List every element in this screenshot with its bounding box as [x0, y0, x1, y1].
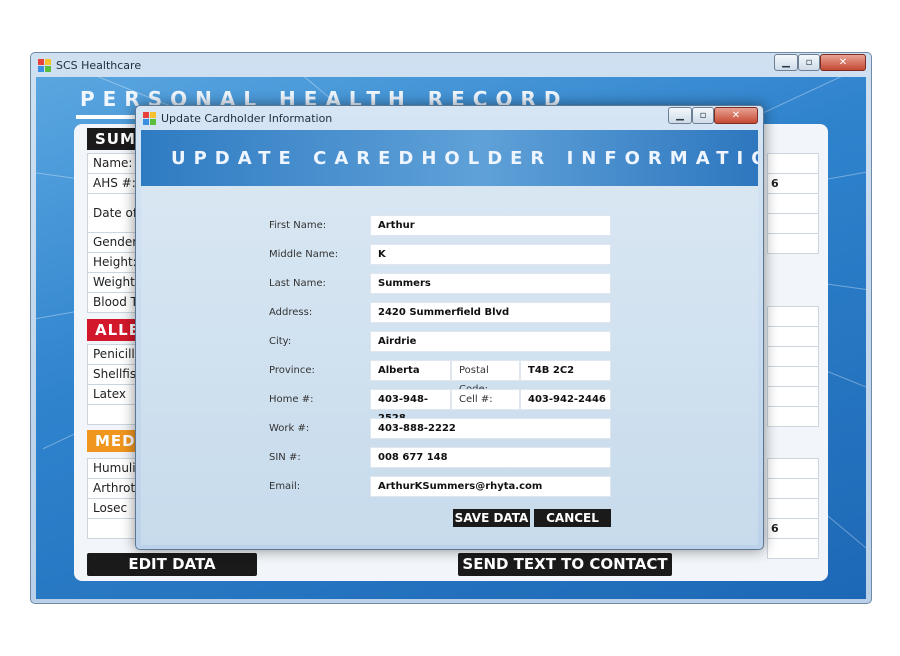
home-phone-field[interactable]: 403-948-2528 [370, 389, 451, 424]
address-field[interactable]: 2420 Summerfield Blvd [370, 302, 611, 323]
last-name-field[interactable]: Summers [370, 273, 611, 294]
first-name-field[interactable]: Arthur [370, 215, 611, 236]
city-label: City: [269, 336, 292, 347]
first-name-label: First Name: [269, 220, 327, 231]
dialog-banner-title: UPDATE CAREDHOLDER INFORMATION [171, 148, 758, 169]
middle-name-field[interactable]: K [370, 244, 611, 265]
sin-field[interactable]: 008 677 148 [370, 447, 611, 468]
dialog-minimize-button[interactable]: ▁ [668, 107, 692, 124]
minimize-button[interactable]: ▁ [774, 54, 798, 71]
save-data-button[interactable]: SAVE DATA [453, 509, 530, 527]
app-icon [143, 112, 156, 125]
cell-phone-field[interactable]: 403-942-2446 [520, 389, 611, 410]
window-title: SCS Healthcare [56, 59, 142, 72]
dialog-title: Update Cardholder Information [161, 112, 333, 125]
email-label: Email: [269, 481, 301, 492]
maximize-button[interactable]: ▫ [798, 54, 820, 71]
summary-right-value: 6 [768, 174, 818, 194]
address-label: Address: [269, 307, 313, 318]
summary-right-column: 6 [767, 153, 819, 254]
dialog-close-button[interactable]: ✕ [714, 107, 758, 124]
maximize-icon: ▫ [805, 57, 813, 68]
allergies-right-column [767, 306, 819, 427]
dialog-banner: UPDATE CAREDHOLDER INFORMATION [141, 130, 758, 186]
last-name-label: Last Name: [269, 278, 326, 289]
sin-label: SIN #: [269, 452, 301, 463]
close-icon: ✕ [838, 57, 848, 68]
email-field[interactable]: ArthurKSummers@rhyta.com [370, 476, 611, 497]
minimize-icon: ▁ [782, 57, 790, 68]
minimize-icon: ▁ [676, 110, 684, 121]
middle-name-label: Middle Name: [269, 249, 339, 260]
work-phone-field[interactable]: 403-888-2222 [370, 418, 611, 439]
edit-data-button[interactable]: EDIT DATA [87, 553, 257, 576]
province-field[interactable]: Alberta [370, 360, 451, 381]
update-cardholder-dialog: Update Cardholder Information ▁ ▫ ✕ UPDA… [135, 105, 764, 550]
app-icon [38, 59, 51, 72]
close-icon: ✕ [731, 110, 741, 121]
postal-code-label: Postal Code: [451, 360, 520, 395]
maximize-icon: ▫ [699, 110, 707, 121]
medications-right-column: 6 [767, 458, 819, 559]
close-button[interactable]: ✕ [820, 54, 866, 71]
send-text-button[interactable]: SEND TEXT TO CONTACT [458, 553, 672, 576]
work-phone-label: Work #: [269, 423, 310, 434]
dialog-maximize-button[interactable]: ▫ [692, 107, 714, 124]
medications-right-value: 6 [768, 519, 818, 539]
cancel-button[interactable]: CANCEL [534, 509, 611, 527]
cell-phone-label: Cell #: [451, 389, 520, 410]
province-label: Province: [269, 365, 315, 376]
city-field[interactable]: Airdrie [370, 331, 611, 352]
home-phone-label: Home #: [269, 394, 314, 405]
postal-code-field[interactable]: T4B 2C2 [520, 360, 611, 381]
dialog-client-area: UPDATE CAREDHOLDER INFORMATION First Nam… [141, 130, 758, 545]
